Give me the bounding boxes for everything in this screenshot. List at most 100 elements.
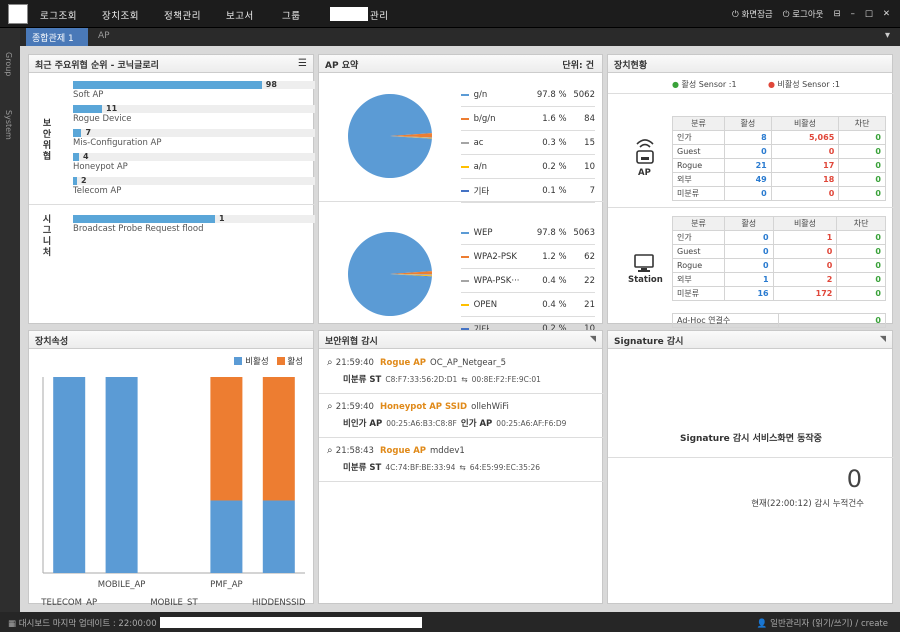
chart-bar[interactable] [262, 377, 295, 501]
unit-label: 단위: 건 [562, 61, 594, 71]
chart-bar[interactable] [262, 500, 295, 573]
table-row[interactable]: 미분류 16 172 0 [672, 286, 886, 301]
event-line-2: 비인가 AP 00:25:A6:B3:C8:8F 인가 AP 00:25:A6:AF:… [343, 417, 566, 429]
threat-name[interactable]: Mis-Configuration AP [73, 138, 161, 148]
legend-percent: 1.6 % [542, 113, 567, 124]
event-class: 인가 AP [460, 419, 493, 429]
menu-policy[interactable]: 정책관리 [164, 8, 201, 22]
pie-legend-row[interactable]: a/n 0.2 % 10 [461, 155, 595, 179]
legend-count: 84 [584, 113, 595, 124]
event-line-1[interactable]: ⌕ 21:59:40 Rogue AP OC_AP_Netgear_5 [327, 357, 506, 368]
threat-name[interactable]: Rogue Device [73, 114, 132, 124]
event-mac: 4C:74:BF:BE:33:94 [385, 463, 456, 472]
table-row[interactable]: Rogue 0 0 0 [672, 258, 886, 273]
table-row[interactable]: 인가 8 5,065 0 [672, 130, 886, 145]
threat-count: 2 [81, 176, 87, 185]
logout-button[interactable]: ⏻ 로그아웃 [783, 8, 824, 20]
pie-legend-row[interactable]: OPEN 0.4 % 21 [461, 293, 595, 317]
station-table: 분류 활성 비활성 차단 인가 0 1 0 Guest 0 0 0 Rogue 0 0 0 외부 1 2 0 미분류 16… [672, 216, 886, 301]
menu-group[interactable]: 그룹 [282, 8, 300, 22]
row-value: 0 [838, 172, 886, 187]
menu-device[interactable]: 장치조회 [102, 8, 139, 22]
event-class: 비인가 AP [343, 419, 383, 429]
table-row[interactable]: 외부 49 18 0 [672, 172, 886, 187]
table-row[interactable]: 외부 1 2 0 [672, 272, 886, 287]
table-row[interactable]: Guest 0 0 0 [672, 144, 886, 159]
table-row[interactable]: Guest 0 0 0 [672, 244, 886, 259]
row-value: 1 [724, 272, 774, 287]
pie-legend-row[interactable]: 기타 0.1 % 7 [461, 179, 595, 203]
row-category: 미분류 [672, 186, 725, 201]
active-sensor: ● 활성 Sensor :1 [672, 80, 737, 89]
monitor-station-icon [634, 254, 654, 272]
list-icon[interactable]: ☰ [298, 58, 307, 69]
category-signature: 시그니처 [42, 215, 52, 258]
pie-legend-row[interactable]: ac 0.3 % 15 [461, 131, 595, 155]
legend-percent: 97.8 % [536, 89, 567, 100]
table-row[interactable]: 인가 0 1 0 [672, 230, 886, 245]
event-line-1[interactable]: ⌕ 21:59:40 Honeypot AP SSID ollehWiFi [327, 401, 509, 412]
legend-name: g/n [473, 89, 488, 100]
side-group-tab[interactable]: Group [4, 52, 13, 76]
corner-expand-icon[interactable]: ◥ [880, 334, 886, 343]
menu-admin[interactable]: 관리 [370, 8, 388, 22]
signature-count: 0 [846, 465, 862, 493]
tab-dashboard-1[interactable]: 종합관제 1 [26, 28, 88, 46]
threat-name[interactable]: Telecom AP [73, 186, 121, 196]
threat-bar [73, 129, 315, 137]
pie-legend-row[interactable]: g/n 97.8 % 5062 [461, 83, 595, 107]
row-value: 0 [724, 258, 774, 273]
panel-title: 최근 주요위협 순위 - 코닉글로리 ☰ [29, 55, 313, 73]
chart-bar[interactable] [210, 500, 243, 573]
close-icon[interactable]: ✕ [883, 9, 890, 19]
threat-name[interactable]: Soft AP [73, 90, 103, 100]
column-header: 활성 [724, 116, 772, 131]
chart-bar[interactable] [210, 377, 243, 501]
maximize-icon[interactable]: □ [865, 9, 873, 19]
x-tick-label: TELECOM_AP [40, 598, 97, 605]
table-row[interactable]: 미분류 0 0 0 [672, 186, 886, 201]
screen-lock-button[interactable]: ⏻ 화면잠금 [732, 8, 773, 20]
logo[interactable] [8, 4, 28, 24]
column-header: 활성 [724, 216, 774, 231]
legend-percent: 0.3 % [542, 137, 567, 148]
row-category: Guest [672, 244, 725, 259]
threat-name[interactable]: Honeypot AP [73, 162, 128, 172]
legend-count: 5063 [573, 227, 595, 238]
legend-swatch [461, 141, 469, 144]
tab-dropdown-icon[interactable]: ▾ [885, 30, 890, 41]
panel-title: 보안위협 감시 ◥ [319, 331, 602, 349]
pin-icon[interactable]: ⊟ [833, 9, 840, 19]
tab-ap[interactable]: AP [98, 31, 110, 41]
table-row[interactable]: Rogue 21 17 0 [672, 158, 886, 173]
pie-legend-row[interactable]: WPA2-PSK 1.2 % 62 [461, 245, 595, 269]
x-tick-label: MOBILE_ST [150, 598, 198, 605]
pie-legend-row[interactable]: b/g/n 1.6 % 84 [461, 107, 595, 131]
event-line-1[interactable]: ⌕ 21:58:43 Rogue AP mddev1 [327, 445, 465, 456]
row-value: 0 [724, 230, 774, 245]
signature-name[interactable]: Broadcast Probe Request flood [73, 224, 203, 234]
pie-legend-row[interactable]: WEP 97.8 % 5063 [461, 221, 595, 245]
side-system-tab[interactable]: System [4, 110, 13, 140]
x-tick-label: HIDDENSSID [252, 598, 306, 605]
divider [608, 93, 894, 94]
legend-swatch [461, 279, 469, 282]
search-icon: ⌕ [327, 357, 336, 368]
chart-bar[interactable] [53, 377, 86, 573]
x-tick-label: PMF_AP [210, 580, 243, 590]
threat-rank-panel: 최근 주요위협 순위 - 코닉글로리 ☰ 보안위협 시그니처 98 Soft AP… [28, 54, 315, 324]
threat-bar [73, 81, 315, 89]
menu-report[interactable]: 보고서 [226, 8, 254, 22]
ap-table: 분류 활성 비활성 차단 인가 8 5,065 0 Guest 0 0 0 Rogue 21 17 0 외부 49… [672, 116, 886, 201]
legend-swatch [461, 165, 469, 168]
last-update-text: ▦ 대시보드 마지막 업데이트 : 22:00:00 [8, 619, 157, 629]
column-header: 비활성 [770, 116, 840, 131]
minimize-icon[interactable]: – [851, 9, 855, 19]
legend-percent: 0.2 % [542, 161, 567, 172]
chart-bar[interactable] [105, 377, 138, 573]
corner-expand-icon[interactable]: ◥ [590, 334, 596, 343]
menu-log[interactable]: 로그조회 [40, 8, 77, 22]
pie-legend-row[interactable]: WPA-PSK··· 0.4 % 22 [461, 269, 595, 293]
legend-name: WEP [473, 227, 493, 238]
ap-label: AP [638, 168, 651, 178]
